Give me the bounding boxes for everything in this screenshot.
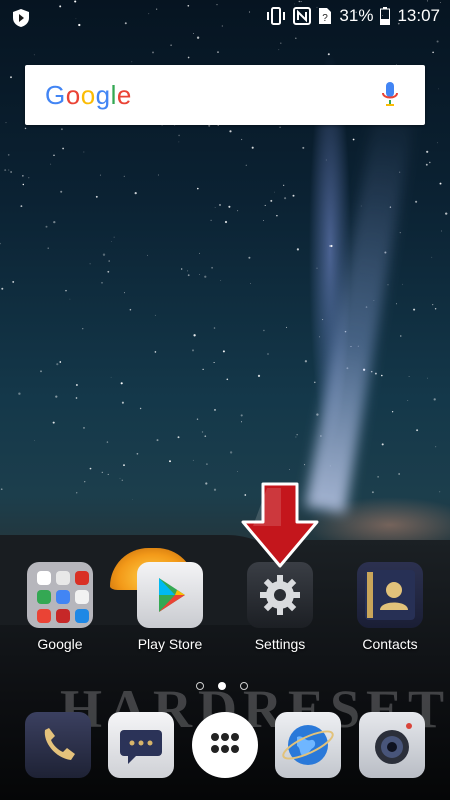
svg-text:?: ?	[323, 13, 329, 24]
page-indicator	[196, 682, 248, 690]
google-logo-letter: o	[65, 79, 81, 110]
no-sim-icon: ?	[318, 7, 332, 25]
page-dot[interactable]	[196, 682, 204, 690]
google-logo-letter: g	[95, 79, 111, 110]
shield-icon	[13, 9, 29, 27]
vibrate-icon	[266, 7, 286, 25]
google-logo: Google	[45, 80, 132, 111]
contacts-icon	[357, 562, 423, 628]
page-dot[interactable]	[240, 682, 248, 690]
clock: 13:07	[397, 6, 440, 25]
app-label: Contacts	[362, 636, 418, 652]
app-label: Google	[37, 636, 83, 652]
browser-icon[interactable]	[275, 712, 341, 778]
battery-percent: 31%	[339, 6, 374, 25]
app-contacts[interactable]: Contacts	[345, 562, 435, 652]
google-logo-letter: o	[80, 79, 96, 110]
google-logo-letter: e	[116, 79, 132, 110]
app-drawer-icon[interactable]	[192, 712, 258, 778]
nfc-icon	[293, 7, 312, 25]
app-settings[interactable]: Settings	[235, 562, 325, 652]
app-google-folder[interactable]: Google	[15, 562, 105, 652]
app-label: Play Store	[137, 636, 203, 652]
play-store-icon	[137, 562, 203, 628]
page-dot-active[interactable]	[218, 682, 226, 690]
phone-icon[interactable]	[25, 712, 91, 778]
red-arrow-indicator	[241, 482, 319, 568]
battery-icon	[380, 7, 391, 25]
camera-icon[interactable]	[359, 712, 425, 778]
microphone-icon[interactable]	[381, 81, 399, 109]
google-search-bar[interactable]: Google	[25, 65, 425, 125]
app-label: Settings	[254, 636, 306, 652]
app-play-store[interactable]: Play Store	[125, 562, 215, 652]
messages-icon[interactable]	[108, 712, 174, 778]
google-folder-icon	[27, 562, 93, 628]
google-logo-letter: G	[45, 79, 66, 110]
status-bar: ? 31% 13:07	[0, 0, 450, 34]
settings-gear-icon	[247, 562, 313, 628]
